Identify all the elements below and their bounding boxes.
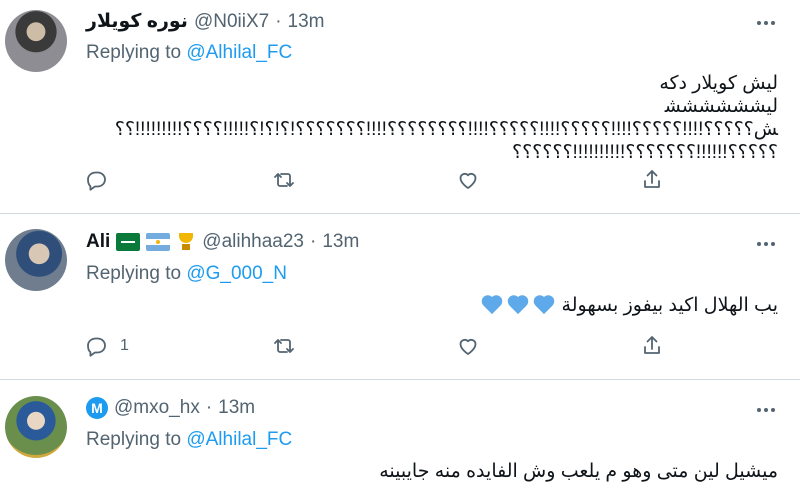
timestamp[interactable]: 13m <box>218 397 255 419</box>
tweet-text: ليش كويلار دكه ليششششششش؟؟؟؟؟!!!!؟؟؟؟؟!!… <box>114 73 778 163</box>
replying-to: Replying to @Alhilal_FC <box>86 42 293 63</box>
share-icon <box>644 170 660 188</box>
separator-dot: · <box>205 397 213 418</box>
tweet-actions <box>84 168 684 194</box>
saudi-flag-icon <box>116 233 141 251</box>
like-button[interactable] <box>456 168 492 192</box>
share-button[interactable] <box>640 334 664 358</box>
blue-heart-icon <box>480 296 504 316</box>
mention-link[interactable]: @Alhilal_FC <box>186 42 292 63</box>
tweet-3[interactable]: M @mxo_hx · 13m Replying to @Alhilal_FC … <box>0 380 800 497</box>
trophy-icon <box>176 232 196 252</box>
reply-button[interactable] <box>84 168 120 192</box>
share-button[interactable] <box>640 168 664 192</box>
like-button[interactable] <box>456 334 492 358</box>
m-logo-icon: M <box>86 397 108 419</box>
retweet-button[interactable] <box>272 334 308 358</box>
share-icon <box>644 336 660 354</box>
timestamp[interactable]: 13m <box>322 231 359 253</box>
user-handle[interactable]: @alihhaa23 <box>202 231 304 253</box>
tweet-actions: 1 <box>84 334 684 360</box>
replying-to: Replying to @Alhilal_FC <box>86 429 293 450</box>
blue-heart-icon <box>532 296 556 316</box>
tweet-1[interactable]: نوره كويلار @N0iiX7 · 13m Replying to @A… <box>0 0 800 213</box>
more-options-button[interactable] <box>752 239 780 249</box>
separator-dot: · <box>275 10 282 32</box>
user-handle[interactable]: @N0iiX7 <box>194 11 269 33</box>
tweet-2[interactable]: Ali @alihhaa23 · 13m Replying to @G_000_… <box>0 214 800 379</box>
argentina-flag-icon <box>146 233 171 251</box>
reply-count: 1 <box>120 337 129 354</box>
blue-hearts-emoji <box>480 296 556 316</box>
tweet-text: يب الهلال اكيد بيفوز بسهولة <box>86 294 778 317</box>
user-handle[interactable]: @mxo_hx <box>114 397 200 419</box>
more-icon <box>757 21 761 25</box>
avatar[interactable] <box>5 229 67 291</box>
reply-button[interactable]: 1 <box>84 334 129 358</box>
more-icon <box>757 408 761 412</box>
display-name[interactable]: Ali <box>86 231 110 253</box>
avatar[interactable] <box>5 396 67 458</box>
mention-link[interactable]: @G_000_N <box>186 263 287 284</box>
avatar[interactable] <box>5 10 67 72</box>
replying-to: Replying to @G_000_N <box>86 263 287 284</box>
like-icon <box>459 172 477 189</box>
tweet-text: ميشيل لين متى وهو م يلعب وش الفايده منه … <box>379 461 778 482</box>
reply-icon <box>87 337 106 357</box>
tweet-header: M @mxo_hx · 13m <box>86 397 255 419</box>
display-name[interactable]: نوره كويلار <box>86 10 188 33</box>
timestamp[interactable]: 13m <box>288 11 325 33</box>
separator-dot: · <box>309 231 317 252</box>
more-options-button[interactable] <box>752 18 780 28</box>
retweet-button[interactable] <box>272 168 308 192</box>
retweet-icon <box>274 339 294 353</box>
more-icon <box>757 242 761 246</box>
retweet-icon <box>274 173 294 187</box>
reply-icon <box>87 171 106 191</box>
blue-heart-icon <box>506 296 530 316</box>
tweet-header: Ali @alihhaa23 · 13m <box>86 231 359 253</box>
tweet-header: نوره كويلار @N0iiX7 · 13m <box>86 10 325 33</box>
more-options-button[interactable] <box>752 405 780 415</box>
like-icon <box>459 338 477 355</box>
mention-link[interactable]: @Alhilal_FC <box>186 429 292 450</box>
